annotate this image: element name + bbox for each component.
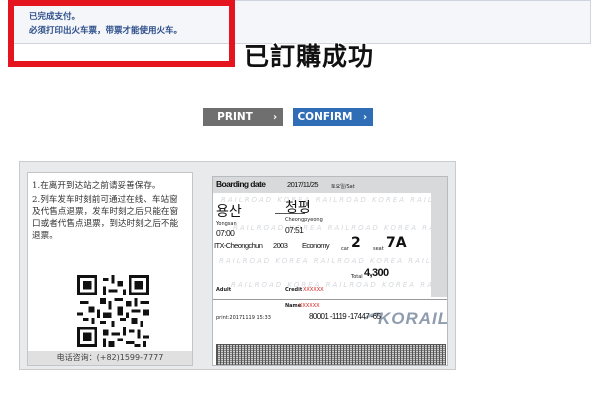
boarding-date-label: Boarding date bbox=[216, 179, 266, 189]
train-ticket: 1.在离开到达站之前请妥善保存。 2.列车发车时刻前可通过在线、车站窗 及代售点… bbox=[19, 161, 456, 370]
car-number: 2 bbox=[351, 235, 361, 251]
order-success-caption: 已訂購成功 bbox=[244, 42, 375, 71]
total-fare: 4,300 bbox=[364, 267, 389, 279]
confirm-button-label: CONFIRM bbox=[297, 111, 353, 123]
arrival-time: 07:51 bbox=[285, 225, 304, 235]
korail-logo: KORAIL bbox=[378, 309, 448, 328]
boarding-pass: Boarding date 2017/11/25 토요일/Sat RAILROA… bbox=[212, 176, 448, 366]
phone-inquiry: 电话咨询：(+82)1599-7777 bbox=[28, 351, 192, 365]
red-highlight-box bbox=[8, 0, 235, 67]
seat-label: seat bbox=[373, 246, 384, 252]
departure-station-kr: 용산 bbox=[216, 204, 242, 220]
print-button[interactable]: PRINT › bbox=[203, 108, 283, 126]
credit-label: Credit bbox=[285, 287, 303, 293]
passenger-type: Adult bbox=[216, 287, 232, 293]
print-timestamp: print:20171119 15:33 bbox=[216, 315, 271, 321]
arrival-station-en: Cheongpyeong bbox=[285, 217, 323, 223]
name-value: XXXXXX bbox=[299, 303, 320, 309]
watermark-text: RAILROAD KOREA RAILROAD KOREA RAILROAD bbox=[221, 196, 448, 204]
instruction-line: 口或者代售点退票，到达时刻之后不能 bbox=[32, 219, 179, 229]
watermark-text: RAILROAD KOREA RAILROAD KOREA RAILROAD bbox=[233, 224, 447, 232]
departure-station-en: Yongsan bbox=[216, 221, 237, 227]
watermark-text: RAILROAD KOREA RAILROAD KOREA RAILROAD bbox=[231, 281, 447, 289]
boarding-day: 토요일/Sat bbox=[331, 184, 355, 190]
qr-code-icon bbox=[77, 275, 149, 347]
departure-time: 07:00 bbox=[216, 228, 235, 238]
instruction-line: 1.在离开到达站之前请妥善保存。 bbox=[32, 181, 161, 191]
instruction-line: 2.列车发车时刻前可通过在线、车站窗 bbox=[32, 195, 178, 205]
ticket-number: 80001 -1119 -17447 -65 bbox=[309, 312, 381, 321]
divider-line bbox=[213, 299, 447, 300]
train-number: 2003 bbox=[273, 241, 288, 250]
confirm-button[interactable]: CONFIRM › bbox=[293, 108, 373, 126]
arrival-station-kr: 청평 bbox=[285, 200, 311, 216]
instruction-line: 退票。 bbox=[32, 231, 58, 241]
train-name: ITX-Cheongchun bbox=[214, 241, 263, 250]
instruction-line: 及代售点退票，发车时刻之后只能在窗 bbox=[32, 207, 179, 217]
print-button-label: PRINT bbox=[217, 111, 253, 123]
chevron-right-icon: › bbox=[362, 111, 368, 123]
boarding-side-bar bbox=[431, 177, 447, 297]
barcode-icon bbox=[216, 344, 446, 365]
car-label: car bbox=[341, 246, 349, 252]
ticket-instructions-panel: 1.在离开到达站之前请妥善保存。 2.列车发车时刻前可通过在线、车站窗 及代售点… bbox=[27, 172, 193, 366]
chevron-right-icon: › bbox=[272, 111, 278, 123]
seat-number: 7A bbox=[386, 235, 407, 251]
boarding-date: 2017/11/25 bbox=[287, 180, 319, 189]
total-label: Total bbox=[351, 274, 363, 280]
seat-class: Economy bbox=[302, 241, 330, 250]
credit-value: XXXXXX bbox=[303, 287, 324, 293]
watermark-text: RAILROAD KOREA RAILROAD KOREA RAILROAD bbox=[219, 257, 448, 265]
